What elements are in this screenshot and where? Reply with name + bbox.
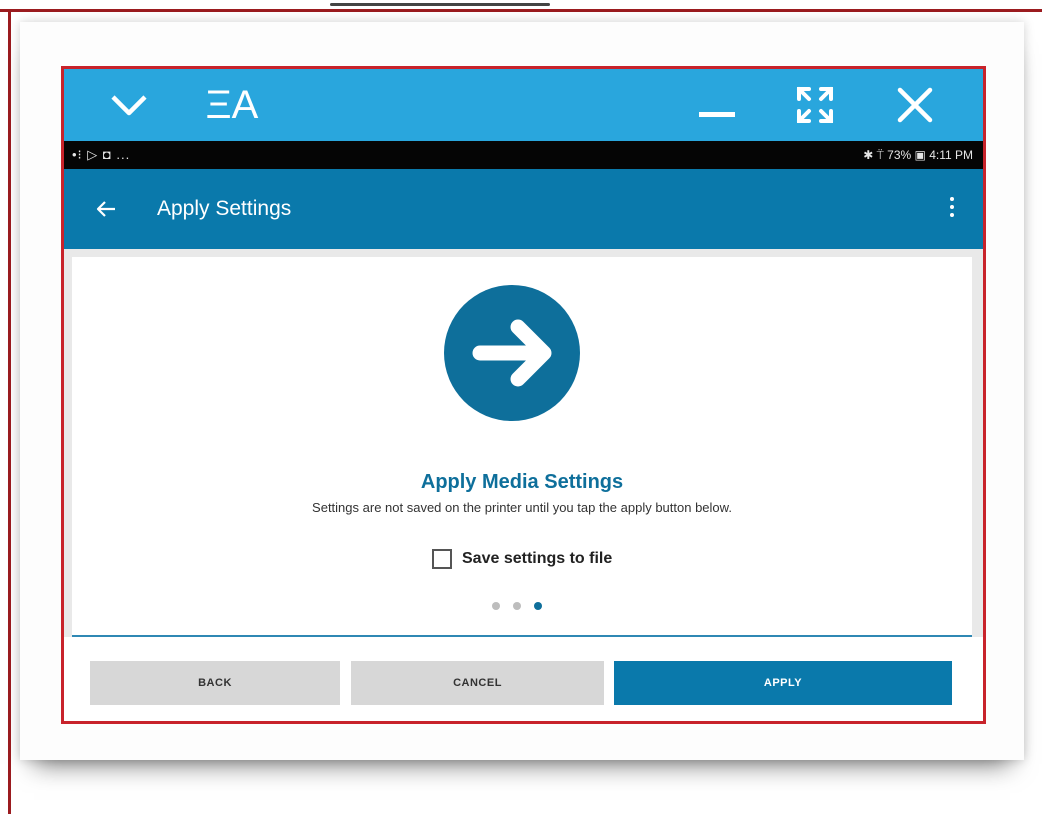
page-dot (492, 602, 500, 610)
document-left-border (8, 9, 11, 814)
chevron-down-icon[interactable] (104, 83, 154, 127)
cancel-button[interactable]: CANCEL (351, 661, 604, 705)
fullscreen-icon[interactable] (790, 81, 840, 129)
close-icon[interactable] (892, 83, 938, 127)
toolbar-title: Apply Settings (157, 197, 292, 220)
wizard-content: Apply Media Settings Settings are not sa… (72, 257, 972, 637)
app-toolbar: Apply Settings (64, 169, 983, 249)
wizard-footer: BACK CANCEL APPLY (64, 637, 983, 721)
apply-button[interactable]: APPLY (614, 661, 952, 705)
page-indicator (492, 602, 542, 610)
cropped-text-fragment (330, 0, 550, 9)
save-settings-checkbox[interactable] (432, 549, 452, 569)
minimize-icon[interactable] (694, 83, 740, 127)
app-logo-icon: ΞA (205, 82, 259, 127)
save-settings-checkbox-row[interactable]: Save settings to file (432, 547, 612, 571)
status-right-info: ✱ ⍡ 73% ▣ 4:11 PM (863, 148, 973, 162)
back-arrow-icon[interactable] (92, 195, 120, 223)
arrow-right-circle-icon (444, 285, 580, 421)
document-top-border (0, 9, 1042, 12)
android-status-bar: •⁝ ▷ ◘ ... ✱ ⍡ 73% ▣ 4:11 PM (64, 141, 983, 169)
back-button[interactable]: BACK (90, 661, 340, 705)
notification-icons: •⁝ ▷ ◘ ... (72, 147, 131, 162)
wizard-description: Settings are not saved on the printer un… (312, 500, 732, 515)
save-settings-label[interactable]: Save settings to file (462, 550, 612, 568)
app-window: ΞA •⁝ ▷ ◘ ... ✱ ⍡ 73% ▣ 4:11 PM Apply Se… (61, 66, 986, 724)
wizard-heading: Apply Media Settings (420, 471, 624, 493)
window-titlebar: ΞA (64, 69, 983, 141)
overflow-menu-icon[interactable] (947, 197, 957, 221)
page-dot-active (534, 602, 542, 610)
page-dot (513, 602, 521, 610)
